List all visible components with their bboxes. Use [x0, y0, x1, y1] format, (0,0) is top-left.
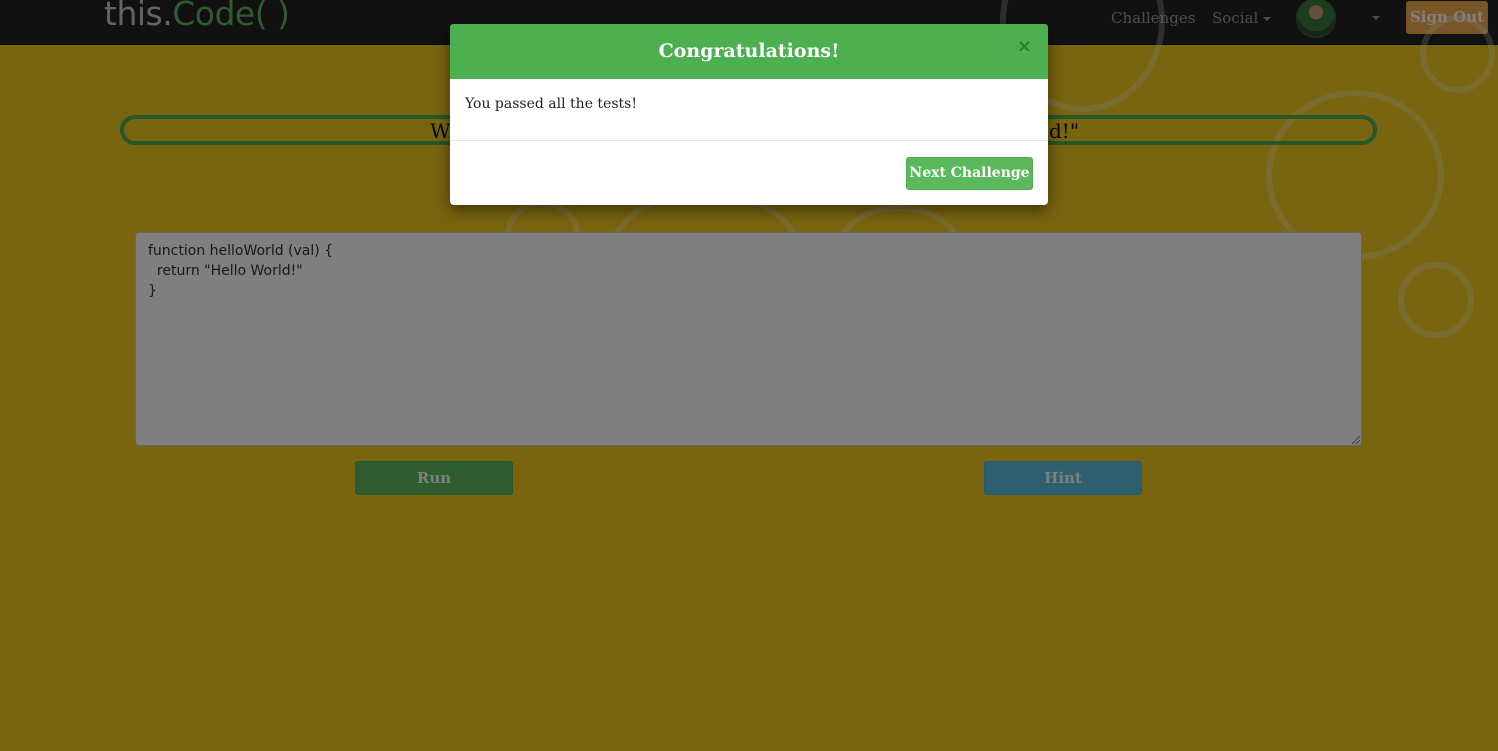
next-challenge-button[interactable]: Next Challenge [906, 157, 1033, 190]
close-icon[interactable]: × [1017, 37, 1032, 57]
modal-message: You passed all the tests! [465, 96, 637, 112]
modal-header: Congratulations! × [450, 24, 1048, 79]
modal-divider [450, 140, 1048, 141]
modal-title: Congratulations! [658, 40, 840, 62]
success-modal: Congratulations! × You passed all the te… [450, 24, 1048, 205]
